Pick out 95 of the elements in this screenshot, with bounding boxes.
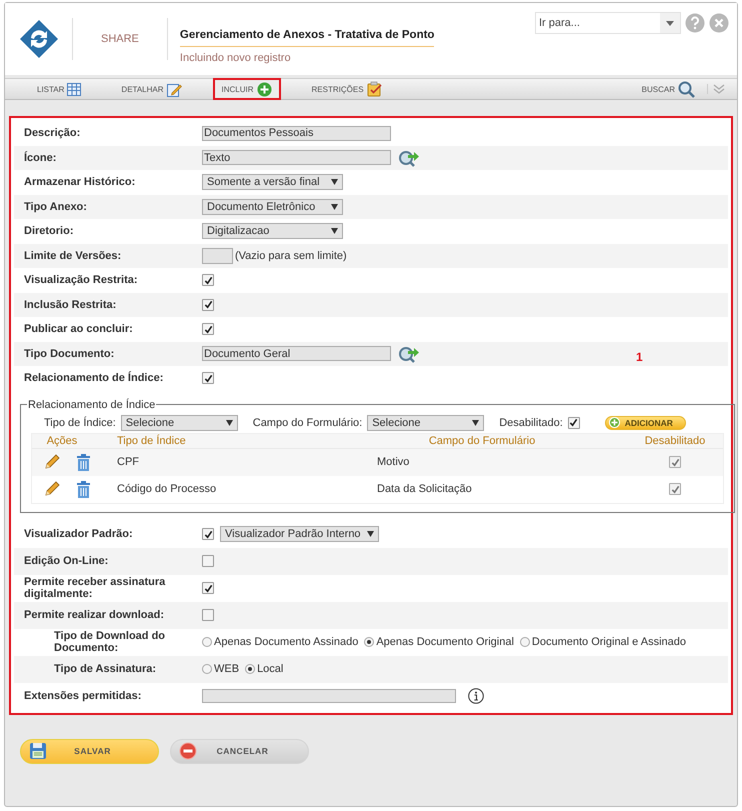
field-label: Tipo Documento:: [23, 348, 116, 360]
radio-label: WEB: [214, 663, 240, 675]
column-header: Desabilitado: [644, 434, 706, 446]
field-label: Visualizador Padrão:: [23, 528, 134, 540]
radio-label: Documento Original e Assinado: [532, 636, 686, 648]
column-header: Tipo de Índice: [117, 434, 187, 446]
checkbox[interactable]: [202, 555, 214, 567]
cancel-button[interactable]: CANCELAR: [170, 738, 309, 764]
pencil-icon[interactable]: [44, 454, 60, 470]
radio-label: Local: [257, 663, 284, 675]
field-label: Limite de Versões:: [23, 250, 122, 262]
field-hint: (Vazio para sem limite): [235, 250, 347, 262]
filter-label: Campo do Formulário:: [252, 416, 362, 428]
field-label: Extensões permitidas:: [23, 690, 142, 702]
radio-label: Apenas Documento Assinado: [214, 636, 358, 648]
search-icon: [678, 80, 695, 98]
field-label: Tipo Anexo:: [23, 200, 88, 213]
radio-button[interactable]: [245, 664, 256, 674]
pencil-icon[interactable]: [44, 481, 60, 497]
add-button[interactable]: ADICIONAR: [604, 416, 686, 430]
checkbox[interactable]: [202, 298, 214, 311]
field-label: Permite realizar download:: [23, 609, 165, 621]
checkbox[interactable]: [202, 582, 214, 594]
field-label: Diretorio:: [23, 225, 74, 238]
tab[interactable]: INCLUIR: [214, 79, 280, 99]
caret-icon: [331, 228, 338, 234]
caret-icon: [366, 531, 374, 537]
stop-icon: [179, 742, 197, 760]
radio-button[interactable]: [364, 637, 374, 647]
field-label: Tipo de Assinatura:: [53, 663, 158, 675]
clipboard-icon: [366, 81, 383, 97]
column-header: Campo do Formulário: [428, 434, 536, 446]
field-label: Publicar ao concluir:: [23, 323, 134, 336]
number-field[interactable]: [202, 248, 233, 264]
caret-icon: [331, 204, 338, 210]
tab[interactable]: LISTAR: [29, 79, 90, 99]
table-cell-text: Data da Solicitação: [377, 483, 473, 495]
trash-icon[interactable]: [76, 454, 91, 470]
checkbox[interactable]: [202, 372, 214, 384]
save-button[interactable]: SALVAR: [20, 738, 159, 764]
floppy-icon: [29, 742, 47, 760]
table-icon: [67, 82, 82, 96]
text-field[interactable]: Texto: [202, 150, 391, 166]
filter-label: Tipo de Índice:: [44, 416, 116, 428]
field-label: Armazenar Histórico:: [23, 176, 136, 188]
table-cell-text: Motivo: [377, 456, 410, 468]
select-field[interactable]: Selecione: [120, 414, 238, 430]
select-field[interactable]: Documento Eletrônico: [202, 198, 343, 215]
field-label: Tipo de Download do Documento:: [53, 630, 166, 654]
filter-label: Desabilitado:: [499, 416, 563, 428]
select-field[interactable]: Digitalizacao: [202, 223, 343, 240]
page-subtitle: Incluindo novo registro: [180, 52, 292, 64]
field-label: Ícone:: [23, 152, 58, 164]
radio-button[interactable]: [520, 637, 530, 647]
caret-icon: [472, 420, 480, 426]
caret-icon: [226, 420, 233, 426]
field-label: Edição On-Line:: [23, 555, 110, 567]
select-field[interactable]: Visualizador Padrão Interno: [220, 526, 379, 542]
checkbox[interactable]: [202, 274, 214, 286]
search-button[interactable]: BUSCAR: [634, 79, 703, 99]
text-field[interactable]: Documentos Pessoais: [202, 126, 391, 141]
field-label: Visualização Restrita:: [23, 274, 139, 286]
radio-label: Apenas Documento Original: [376, 636, 514, 648]
select-field[interactable]: Somente a versão final: [202, 174, 343, 190]
add-icon: [608, 417, 620, 428]
callout-number: 1: [636, 350, 643, 364]
caret-icon: [331, 179, 338, 186]
text-field[interactable]: [202, 689, 456, 703]
table-cell-text: CPF: [117, 456, 140, 468]
checkbox[interactable]: [202, 323, 214, 336]
add-icon: [256, 82, 272, 96]
page-title: Gerenciamento de Anexos - Tratativa de Ponto: [180, 29, 434, 47]
field-label: Permite receber assinatura digitalmente:: [23, 576, 166, 600]
select-field[interactable]: Selecione: [367, 414, 484, 430]
tab[interactable]: RESTRIÇÕES: [304, 79, 391, 99]
radio-button[interactable]: [202, 664, 212, 674]
edit-icon: [166, 82, 182, 96]
trash-icon[interactable]: [76, 480, 91, 498]
radio-button[interactable]: [202, 637, 212, 647]
checkbox[interactable]: [568, 416, 580, 428]
text-field[interactable]: Documento Geral: [202, 346, 391, 362]
field-label: Relacionamento de Índice:: [23, 372, 164, 384]
brand-name: SHARE: [100, 33, 140, 45]
search-icon[interactable]: [398, 148, 420, 167]
search-icon[interactable]: [398, 344, 420, 363]
table-cell-text: Código do Processo: [117, 483, 218, 495]
column-header: Ações: [46, 434, 78, 446]
fieldset-legend: Relacionamento de Índice: [27, 398, 156, 410]
checkbox[interactable]: [202, 528, 214, 540]
field-label: Inclusão Restrita:: [23, 298, 118, 311]
info-icon[interactable]: [468, 688, 484, 704]
checkbox[interactable]: [202, 609, 214, 621]
logo-icon: [19, 19, 59, 59]
tab[interactable]: DETALHAR: [113, 79, 190, 99]
field-label: Descrição:: [23, 127, 82, 140]
